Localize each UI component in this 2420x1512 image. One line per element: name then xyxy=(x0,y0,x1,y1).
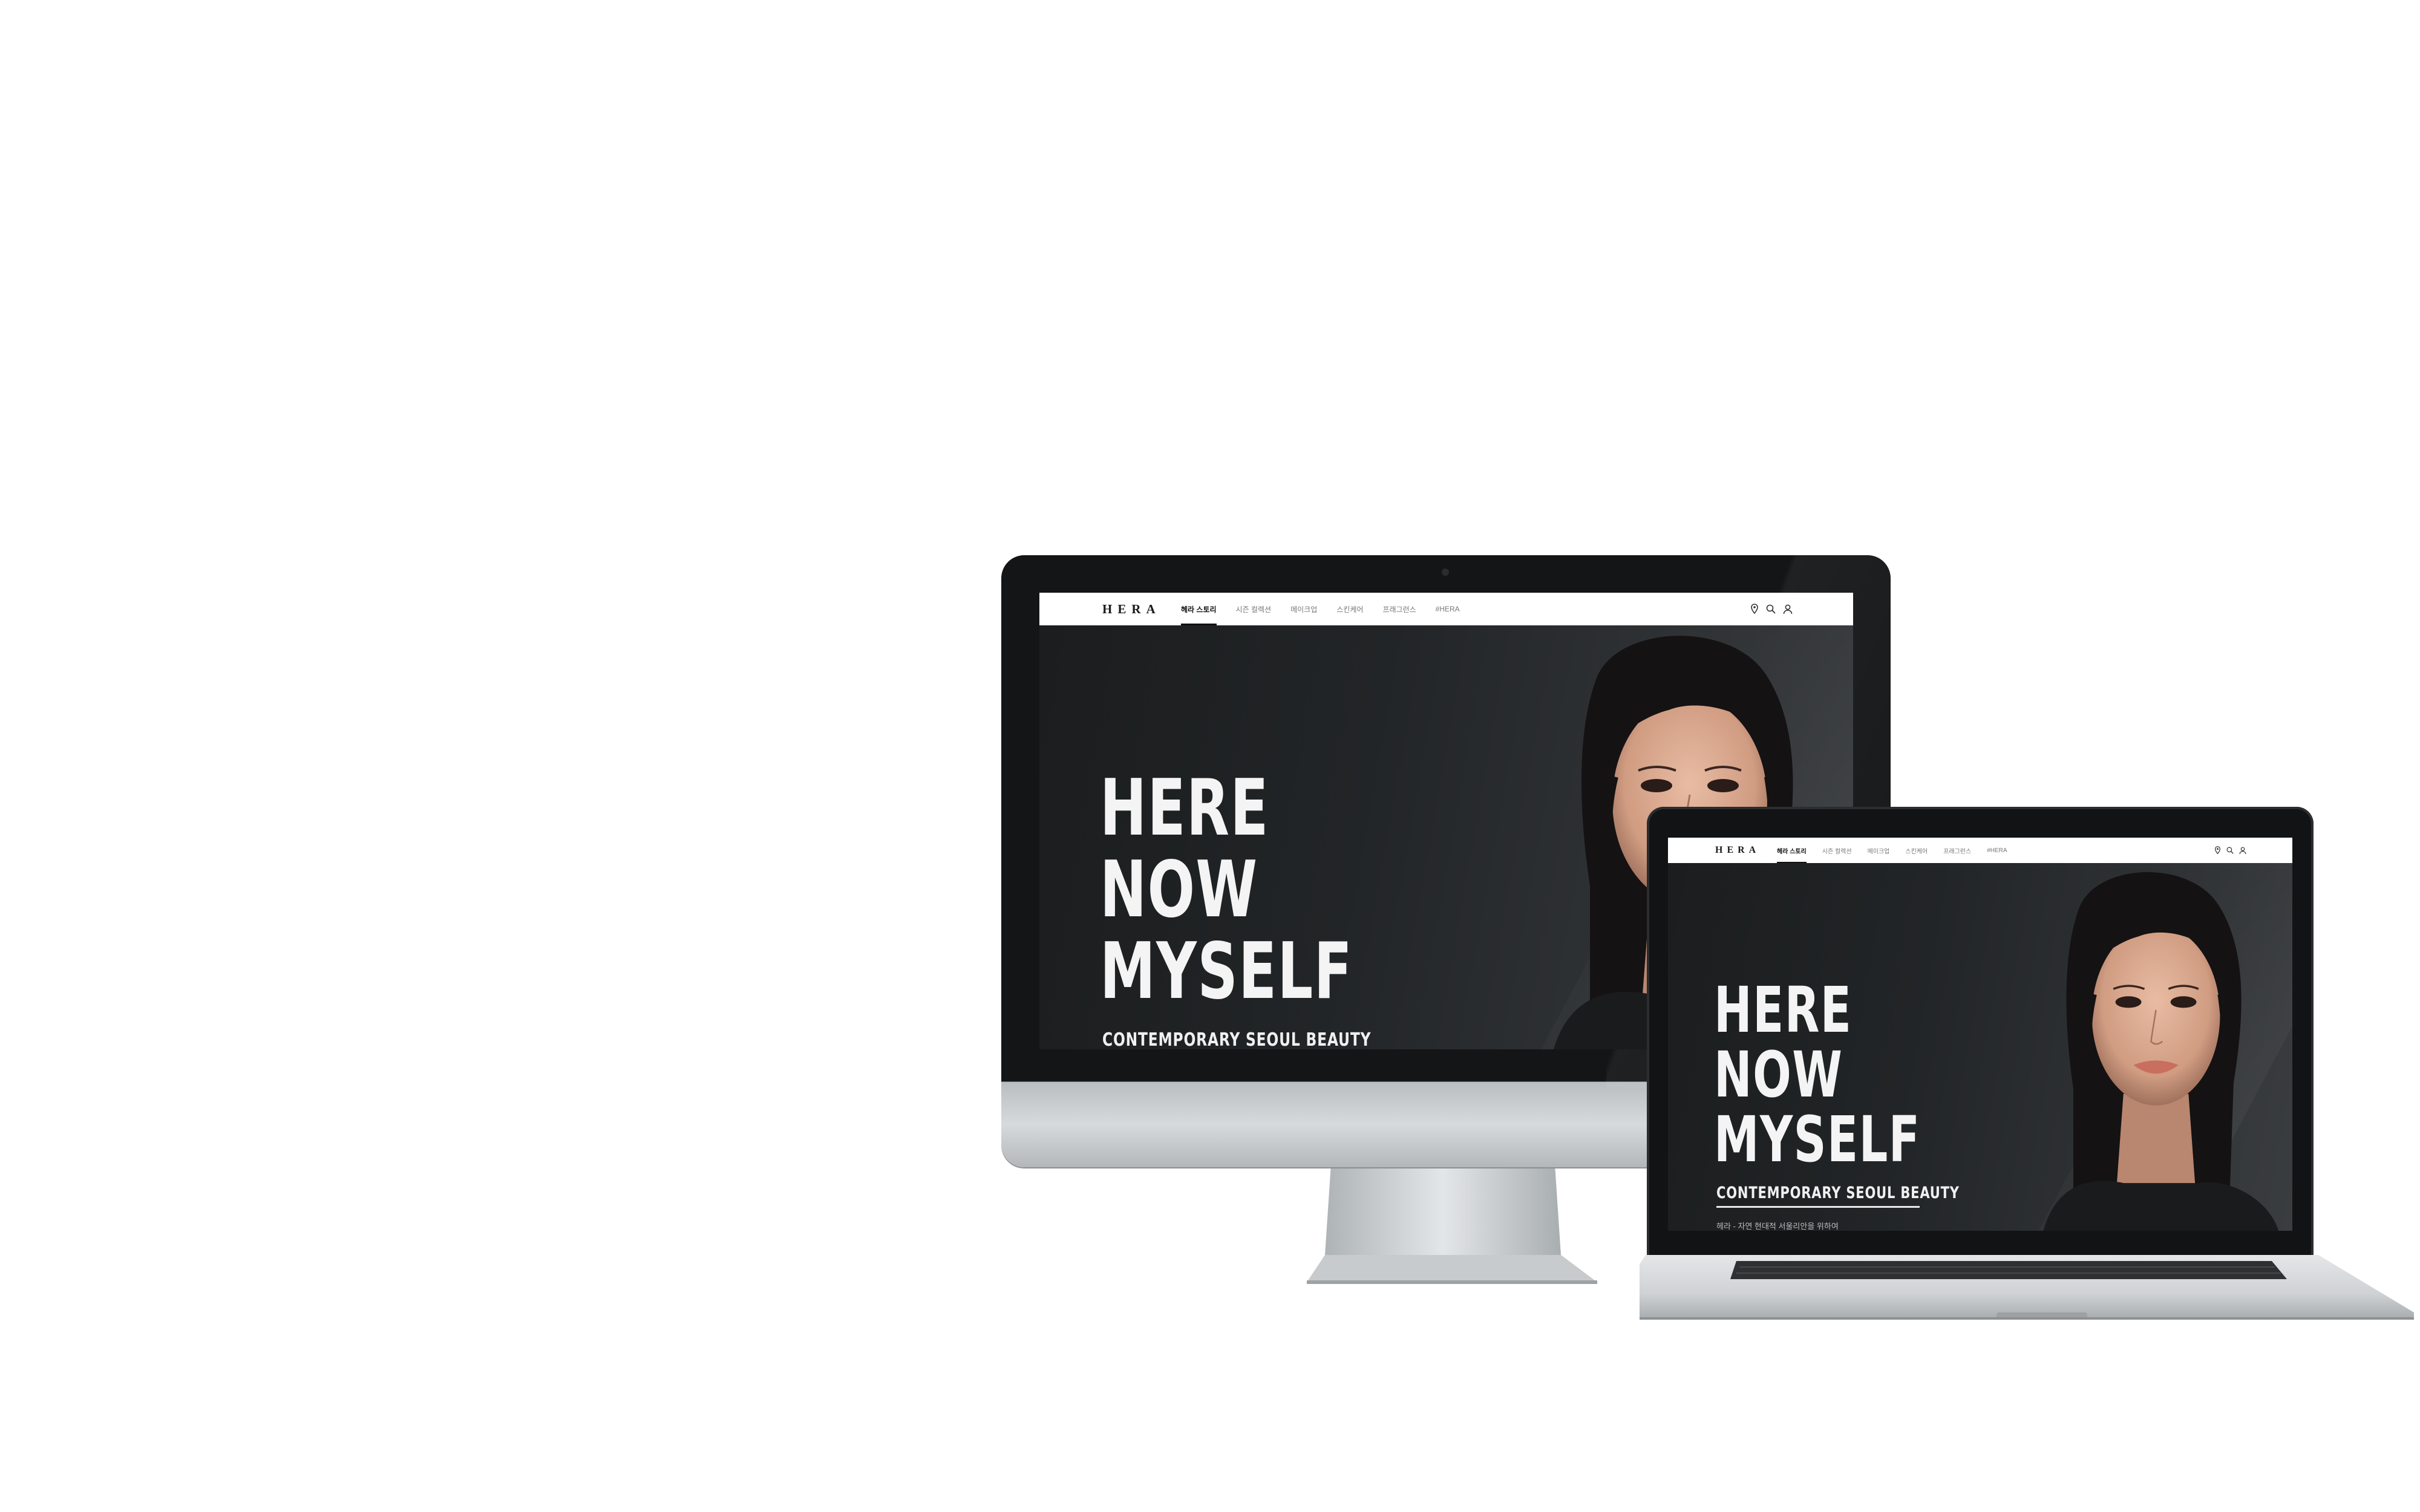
nav-item-hera-story[interactable]: 헤라 스토리 xyxy=(1181,593,1217,625)
model-portrait-image xyxy=(2043,872,2279,1231)
nav-item-hashtag-hera[interactable]: #HERA xyxy=(1987,838,2007,863)
hero-subtitle: CONTEMPORARY SEOUL BEAUTY xyxy=(1716,1184,1960,1202)
location-pin-icon[interactable] xyxy=(2214,846,2221,855)
laptop-base xyxy=(1640,1255,2414,1320)
nav-item-skincare[interactable]: 스킨케어 xyxy=(1905,838,1928,863)
hero-subtitle-underline xyxy=(1716,1206,1920,1208)
camera-dot xyxy=(1442,569,1449,576)
brand-logo[interactable]: HERA xyxy=(1715,845,1764,856)
hero-headline: HERE NOW MYSELF xyxy=(1100,767,1353,1012)
hero-tagline: 헤라 - 자연 현대적 서울리안을 위하여 xyxy=(1716,1222,1839,1231)
headline-line-3: MYSELF xyxy=(1714,1103,1921,1176)
nav-item-season-collection[interactable]: 시즌 컬렉션 xyxy=(1822,838,1852,863)
nav-item-season-collection[interactable]: 시즌 컬렉션 xyxy=(1236,593,1272,625)
site-header: HERA 헤라 스토리 시즌 컬렉션 메이크업 스킨케어 프래그런스 #HERA xyxy=(1668,838,2292,863)
laptop-screen: HERA 헤라 스토리 시즌 컬렉션 메이크업 스킨케어 프래그런스 #HERA xyxy=(1668,838,2292,1231)
headline-line-2: NOW xyxy=(1100,845,1258,935)
main-nav: 헤라 스토리 시즌 컬렉션 메이크업 스킨케어 프래그런스 #HERA xyxy=(1777,838,2007,863)
nav-item-fragrance[interactable]: 프래그런스 xyxy=(1382,593,1416,625)
nav-item-fragrance[interactable]: 프래그런스 xyxy=(1943,838,1971,863)
search-icon[interactable] xyxy=(2226,847,2234,854)
brand-logo[interactable]: HERA xyxy=(1102,602,1165,617)
nav-item-hashtag-hera[interactable]: #HERA xyxy=(1436,593,1460,625)
imac-stand xyxy=(1307,1164,1597,1284)
headline-line-3: MYSELF xyxy=(1100,927,1353,1017)
search-icon[interactable] xyxy=(1766,604,1776,614)
user-icon[interactable] xyxy=(1783,604,1793,614)
nav-item-hera-story[interactable]: 헤라 스토리 xyxy=(1777,838,1807,863)
headline-line-2: NOW xyxy=(1714,1038,1843,1112)
headline-line-1: HERE xyxy=(1714,973,1853,1047)
hero-section: HERE NOW MYSELF CONTEMPORARY SEOUL BEAUT… xyxy=(1668,851,2292,1231)
site-header: HERA 헤라 스토리 시즌 컬렉션 메이크업 스킨케어 프래그런스 #HERA xyxy=(1039,593,1853,625)
hero-headline: HERE NOW MYSELF xyxy=(1714,978,1920,1172)
nav-item-makeup[interactable]: 메이크업 xyxy=(1868,838,1890,863)
headline-line-1: HERE xyxy=(1100,763,1269,853)
hero-subtitle: CONTEMPORARY SEOUL BEAUTY xyxy=(1102,1029,1372,1049)
main-nav: 헤라 스토리 시즌 컬렉션 메이크업 스킨케어 프래그런스 #HERA xyxy=(1181,593,1460,625)
location-pin-icon[interactable] xyxy=(1750,604,1759,614)
nav-item-skincare[interactable]: 스킨케어 xyxy=(1336,593,1363,625)
nav-item-makeup[interactable]: 메이크업 xyxy=(1290,593,1317,625)
